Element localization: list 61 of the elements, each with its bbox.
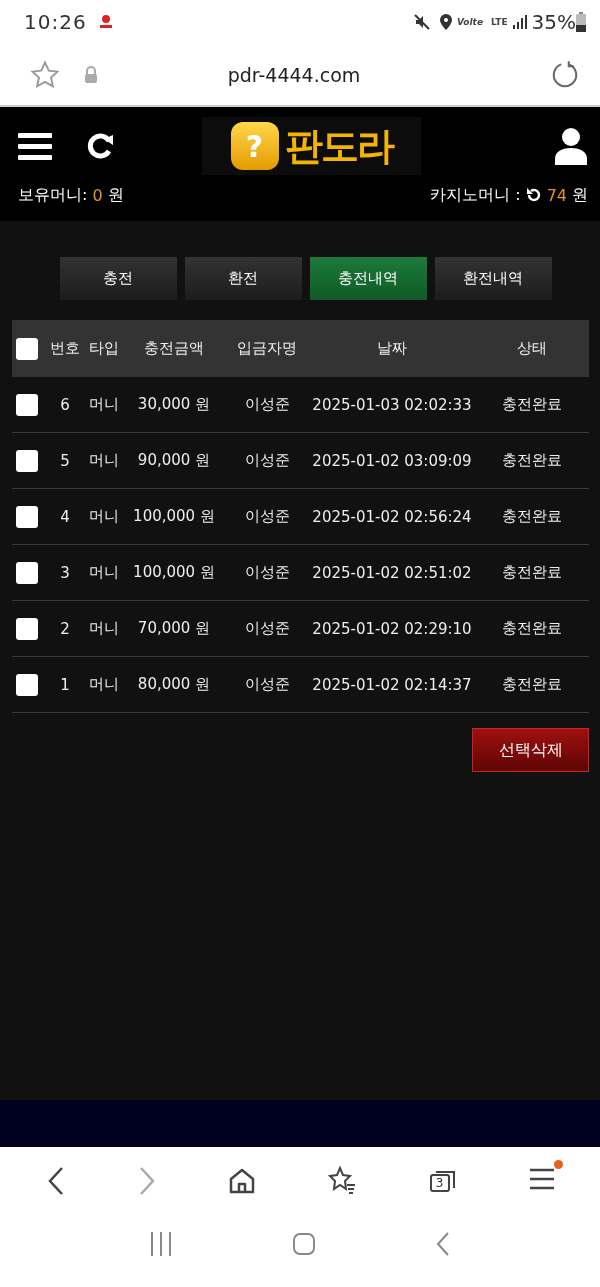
table-cell-text: 이성준	[243, 675, 291, 694]
table-cell-text: 충전완료	[500, 507, 563, 526]
table-cell-text: 2025-01-02 02:29:10	[311, 619, 473, 638]
table-cell-text: 충전완료	[500, 395, 563, 414]
table-cell-text: 100,000 원	[132, 563, 216, 582]
table-cell-text: 머니	[88, 619, 120, 638]
volte-label: Volte	[457, 17, 483, 27]
money-unit: 원	[107, 184, 124, 206]
delete-selected-button[interactable]: 선택삭제	[472, 728, 589, 772]
url-text[interactable]: pdr-4444.com	[98, 63, 490, 86]
table-cell-text: 1	[59, 675, 71, 694]
casino-money-label: 카지노머니 :	[430, 184, 521, 206]
table-cell-text: 이성준	[243, 395, 291, 414]
table-cell-text: 머니	[88, 451, 120, 470]
table-cell-text: 100,000 원	[132, 507, 216, 526]
network-label: LTE	[491, 17, 508, 27]
table-cell-text: 5	[59, 451, 71, 470]
casino-money-value: 74	[546, 185, 567, 205]
money-value: 0	[92, 185, 103, 205]
casino-money-unit: 원	[572, 184, 588, 206]
column-header: 입금자명	[236, 339, 298, 358]
table-cell-text: 충전완료	[500, 675, 563, 694]
table-cell-text: 80,000 원	[136, 675, 212, 694]
logo-text: 판도라	[284, 122, 393, 170]
table-cell-text: 70,000 원	[136, 619, 212, 638]
column-header: 번호	[49, 339, 81, 358]
column-header: 충전금액	[143, 339, 205, 358]
column-header: 날짜	[376, 339, 408, 358]
table-cell-text: 이성준	[243, 563, 291, 582]
table-cell-text: 이성준	[243, 451, 291, 470]
table-cell-text: 머니	[88, 563, 120, 582]
battery-percent: 35%	[531, 10, 576, 34]
table-cell-text: 30,000 원	[136, 395, 212, 414]
column-header: 타입	[88, 339, 120, 358]
money-label: 보유머니:	[18, 184, 88, 206]
table-cell-text: 2025-01-02 02:14:37	[311, 675, 473, 694]
tab[interactable]: 충전내역	[309, 257, 427, 300]
table-cell-text: 2025-01-02 03:09:09	[311, 451, 473, 470]
table-cell-text: 90,000 원	[136, 451, 212, 470]
table-cell-text: 충전완료	[500, 563, 563, 582]
table-cell-text: 이성준	[243, 507, 291, 526]
table-cell-text: 4	[59, 507, 71, 526]
table-cell-text: 3	[59, 563, 71, 582]
column-header: 상태	[515, 339, 548, 358]
table-cell-text: 충전완료	[500, 451, 563, 470]
table-cell-text: 머니	[88, 507, 120, 526]
table-cell-text: 머니	[88, 675, 120, 694]
table-cell-text: 충전완료	[500, 619, 563, 638]
table-cell-text: 2025-01-02 02:56:24	[311, 507, 473, 526]
table-cell-text: 2025-01-03 02:02:33	[311, 395, 473, 414]
tab[interactable]: 환전내역	[434, 257, 552, 300]
logo-badge: ?	[230, 122, 279, 170]
table-cell-text: 2	[59, 619, 71, 638]
tabs-button[interactable]: 3	[427, 1168, 458, 1194]
tab[interactable]: 충전	[59, 257, 177, 300]
table-cell-text: 2025-01-02 02:51:02	[311, 563, 473, 582]
table-cell-text: 이성준	[243, 619, 291, 638]
table-cell-text: 6	[59, 395, 71, 414]
tab[interactable]: 환전	[184, 257, 302, 300]
table-cell-text: 머니	[88, 395, 120, 414]
clock-time: 10:26	[24, 10, 87, 34]
